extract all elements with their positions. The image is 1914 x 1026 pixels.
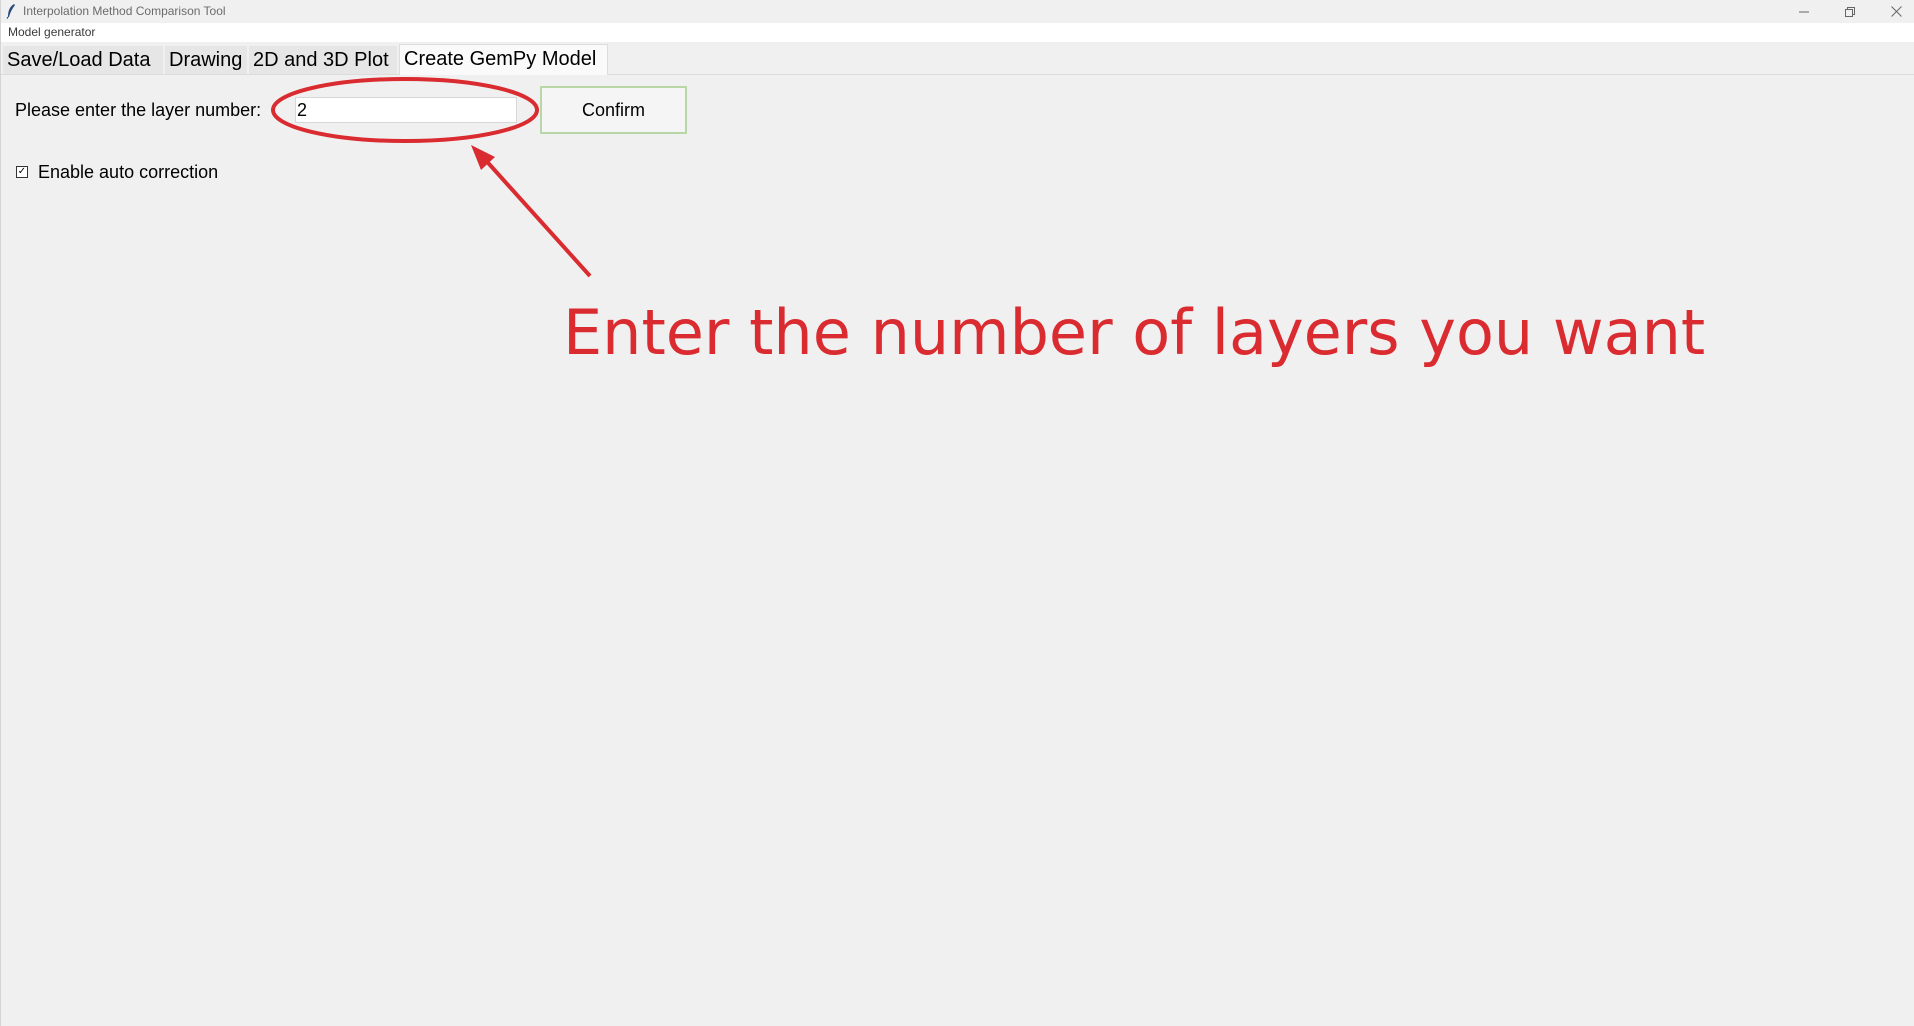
tab-create-gempy-model[interactable]: Create GemPy Model <box>399 44 608 75</box>
auto-correction-checkbox[interactable]: ✓ <box>16 166 28 178</box>
menu-bar: Model generator <box>1 23 1914 42</box>
tab-drawing[interactable]: Drawing <box>165 46 247 74</box>
tab-save-load-data[interactable]: Save/Load Data <box>3 46 163 74</box>
layer-number-label: Please enter the layer number: <box>15 100 262 120</box>
menu-model-generator[interactable]: Model generator <box>8 25 95 39</box>
tab-2d-3d-plot[interactable]: 2D and 3D Plot <box>249 46 397 74</box>
minimize-button[interactable] <box>1781 0 1827 23</box>
annotation-text: Enter the number of layers you want <box>563 296 1706 369</box>
app-window: Interpolation Method Comparison Tool Mod… <box>0 0 1914 1026</box>
title-bar: Interpolation Method Comparison Tool <box>1 0 1914 23</box>
minimize-icon <box>1799 11 1809 12</box>
close-button[interactable] <box>1873 0 1914 23</box>
auto-correction-label: Enable auto correction <box>38 162 219 182</box>
close-icon <box>1890 6 1902 17</box>
confirm-button[interactable]: Confirm <box>540 86 687 134</box>
restore-button[interactable] <box>1827 0 1873 23</box>
window-title: Interpolation Method Comparison Tool <box>23 4 226 18</box>
annotation-arrow-head <box>471 145 495 170</box>
annotation-arrow-shaft <box>479 153 592 278</box>
feather-icon <box>6 4 15 19</box>
restore-icon <box>1845 6 1855 17</box>
annotation-overlay <box>271 77 592 278</box>
layer-number-input[interactable] <box>295 97 517 123</box>
tab-bar: Save/Load Data Drawing 2D and 3D Plot Cr… <box>1 44 1914 75</box>
